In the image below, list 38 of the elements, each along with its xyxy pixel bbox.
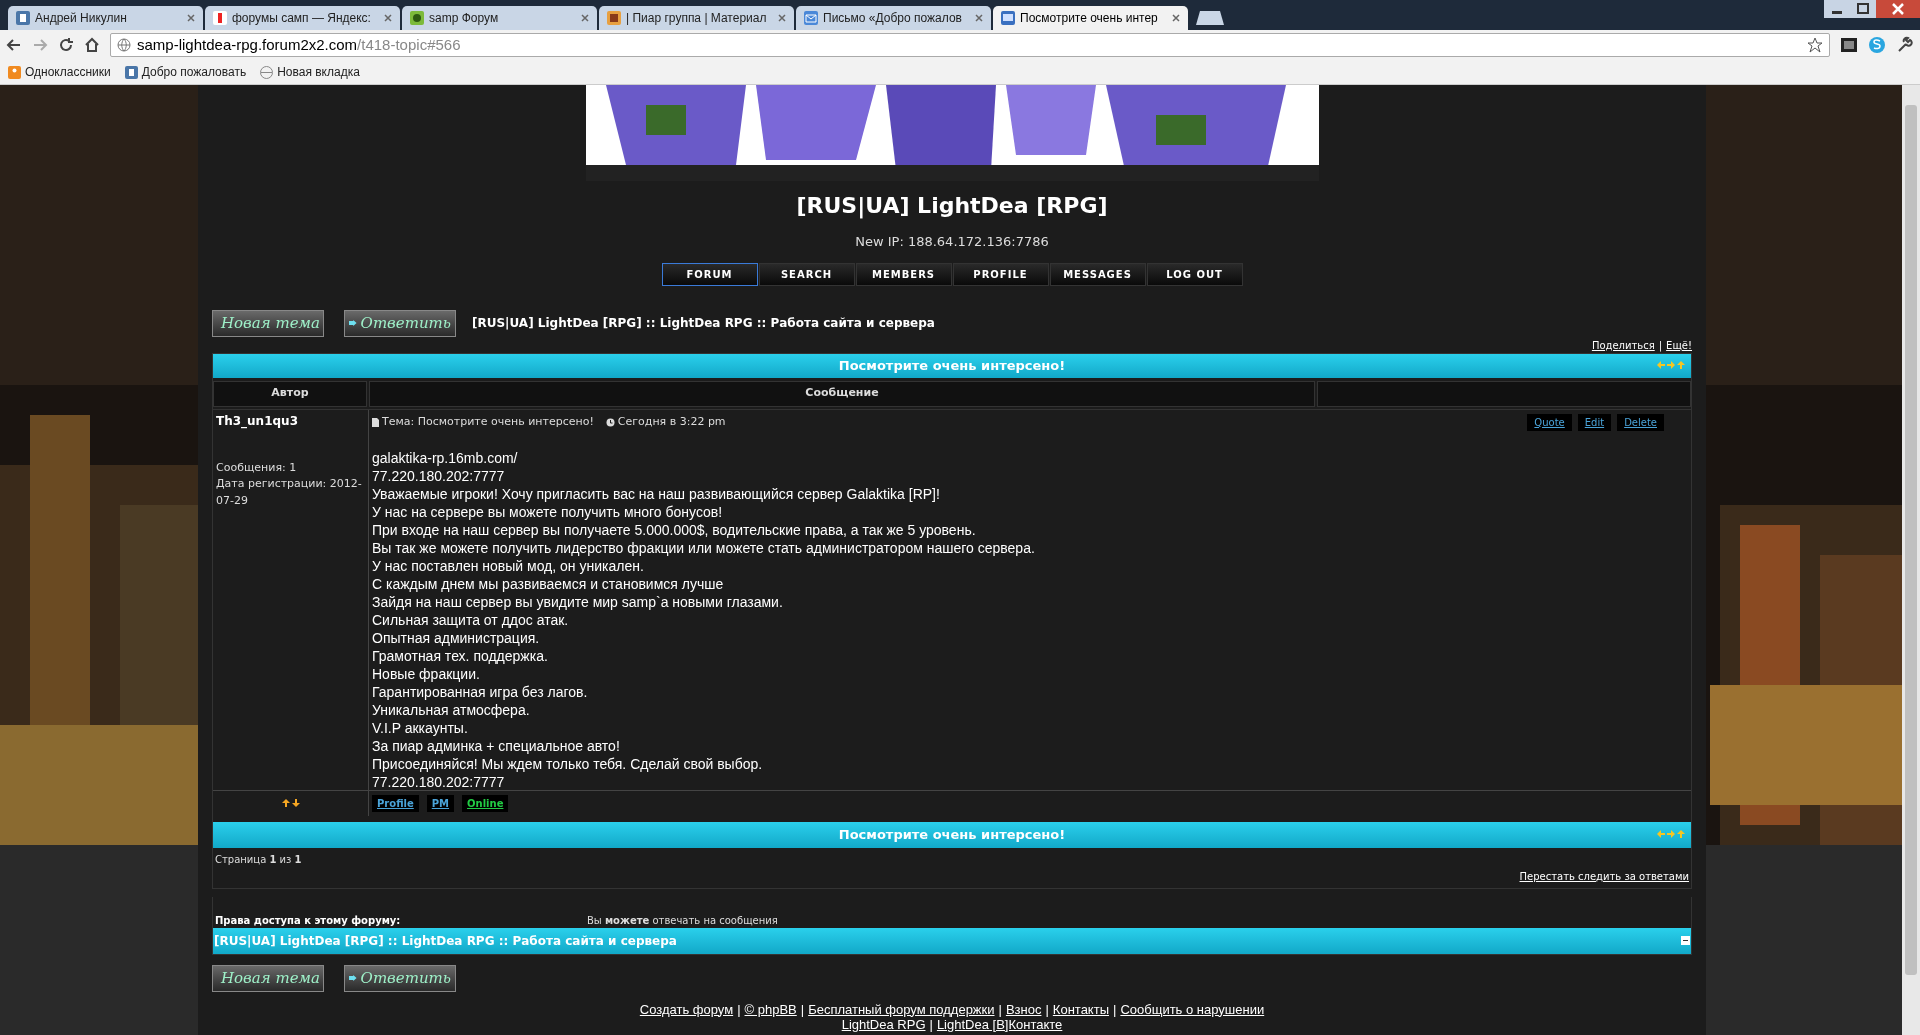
browser-tab[interactable]: samp Форум (402, 6, 597, 30)
favicon-icon (213, 11, 227, 25)
browser-tab[interactable]: форумы самп — Яндекс: (205, 6, 400, 30)
reload-icon[interactable] (58, 37, 74, 53)
page-icon (124, 65, 138, 79)
favicon-icon (1001, 11, 1015, 25)
browser-tab[interactable]: Письмо «Добро пожалов (796, 6, 991, 30)
home-icon[interactable] (84, 37, 100, 53)
address-field[interactable]: samp-lightdea-rpg.forum2x2.com/t418-topic#566 (110, 33, 1830, 57)
globe-icon (117, 38, 131, 52)
bookmark[interactable]: Новая вкладка (260, 63, 360, 81)
close-icon[interactable] (975, 14, 983, 22)
close-icon[interactable] (384, 14, 392, 22)
close-icon[interactable] (581, 14, 589, 22)
url-text: samp-lightdea-rpg.forum2x2.com/t418-topic#566 (137, 34, 461, 55)
close-icon[interactable] (778, 14, 786, 22)
close-icon[interactable] (187, 14, 195, 22)
skype-icon[interactable] (1868, 36, 1886, 54)
browser-tab[interactable]: | Пиар группа | Материал (599, 6, 794, 30)
music-note-icon (8, 65, 21, 79)
extension-icon[interactable] (1840, 36, 1858, 54)
maximize-icon[interactable] (1850, 0, 1876, 18)
bookmark[interactable]: Добро пожаловать (124, 63, 247, 81)
wrench-icon[interactable] (1896, 36, 1914, 54)
star-icon[interactable] (1807, 37, 1823, 53)
new-tab-icon[interactable] (1196, 10, 1226, 26)
bookmark[interactable]: Одноклассники (8, 63, 111, 81)
minimize-icon[interactable] (1824, 0, 1850, 18)
close-icon[interactable] (1172, 14, 1180, 22)
favicon-icon (16, 11, 30, 25)
close-icon[interactable] (1876, 0, 1920, 18)
browser-tab[interactable]: Андрей Никулин (8, 6, 203, 30)
back-icon[interactable] (6, 37, 22, 53)
favicon-icon (410, 11, 424, 25)
browser-tab[interactable]: Посмотрите очень интер (993, 6, 1188, 30)
favicon-icon (804, 11, 818, 25)
favicon-icon (607, 11, 621, 25)
globe-icon (260, 65, 274, 79)
